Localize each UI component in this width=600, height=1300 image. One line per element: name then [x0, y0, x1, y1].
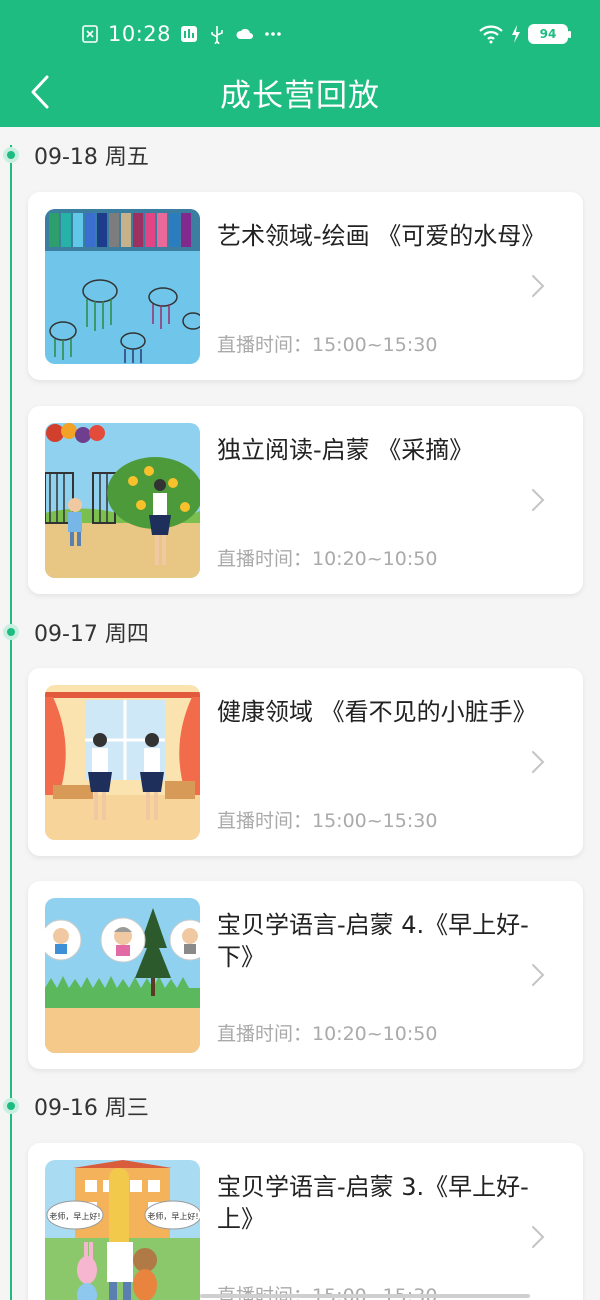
- date-header: 09-17 周四: [0, 608, 600, 648]
- page-title: 成长营回放: [220, 78, 380, 114]
- replay-time: 直播时间：15:00~15:30: [217, 334, 438, 356]
- chevron-right-icon: [532, 489, 545, 511]
- picking-fruit-image: [45, 423, 200, 578]
- wifi-icon: [479, 25, 503, 44]
- usb-icon: [211, 26, 223, 44]
- replay-thumbnail: [45, 898, 200, 1053]
- app-notification-icon: [181, 26, 198, 42]
- date-label: 09-16 周三: [34, 1096, 149, 1121]
- replay-card[interactable]: 宝贝学语言-启蒙 4.《早上好-下》 直播时间：10:20~10:50: [28, 881, 583, 1069]
- replay-time: 直播时间：10:20~10:50: [217, 1023, 438, 1045]
- gesture-nav-bar[interactable]: [200, 1294, 530, 1298]
- replay-thumbnail: 老师，早上好! 老师，早上好!: [45, 1160, 200, 1300]
- speech-bubble-left: 老师，早上好!: [49, 1211, 100, 1221]
- chevron-right-icon: [532, 964, 545, 986]
- more-notifications-icon: [265, 32, 281, 36]
- app-header: 10:28 94 成长营回放: [0, 0, 600, 127]
- replay-card[interactable]: 老师，早上好! 老师，早上好! 宝贝学语言-启蒙 3.《早上好-上》 直播时间：…: [28, 1143, 583, 1300]
- replay-timeline[interactable]: 09-18 周五 艺术领域-绘画 《可爱的水母》 直播时间：15:00~15:3…: [0, 127, 600, 1300]
- replay-title: 艺术领域-绘画 《可爱的水母》: [217, 222, 546, 250]
- sim-off-icon: [82, 25, 98, 43]
- cloud-icon: [236, 28, 254, 39]
- timeline-dot: [3, 624, 19, 640]
- replay-card[interactable]: 艺术领域-绘画 《可爱的水母》 直播时间：15:00~15:30: [28, 192, 583, 380]
- replay-time: 直播时间：15:00~15:30: [217, 810, 438, 832]
- chevron-right-icon: [532, 751, 545, 773]
- status-time: 10:28: [108, 22, 172, 46]
- charging-icon: [512, 25, 520, 43]
- speech-bubble-right: 老师，早上好!: [147, 1211, 198, 1221]
- battery-indicator: 94: [528, 24, 571, 44]
- timeline-line: [10, 145, 12, 1300]
- replay-time: 直播时间：10:20~10:50: [217, 548, 438, 570]
- replay-thumbnail: [45, 209, 200, 364]
- date-label: 09-17 周四: [34, 622, 149, 647]
- replay-title: 宝贝学语言-启蒙 4.《早上好-下》: [217, 911, 529, 971]
- replay-card[interactable]: 健康领域 《看不见的小脏手》 直播时间：15:00~15:30: [28, 668, 583, 856]
- classroom-teachers-image: [45, 685, 200, 840]
- school-greeting-image: 老师，早上好! 老师，早上好!: [45, 1160, 200, 1300]
- greeting-characters-image: [45, 898, 200, 1053]
- nav-bar: 成长营回放: [0, 62, 600, 127]
- replay-title: 独立阅读-启蒙 《采摘》: [217, 436, 474, 464]
- chevron-right-icon: [532, 275, 545, 297]
- replay-title: 健康领域 《看不见的小脏手》: [217, 698, 537, 726]
- replay-title: 宝贝学语言-启蒙 3.《早上好-上》: [217, 1173, 529, 1233]
- status-bar-right: 94: [478, 20, 571, 48]
- timeline-dot: [3, 1098, 19, 1114]
- status-bar: 10:28 94: [0, 0, 600, 62]
- replay-card[interactable]: 独立阅读-启蒙 《采摘》 直播时间：10:20~10:50: [28, 406, 583, 594]
- date-label: 09-18 周五: [34, 145, 149, 170]
- timeline-dot: [3, 147, 19, 163]
- date-header: 09-16 周三: [0, 1082, 600, 1122]
- replay-thumbnail: [45, 685, 200, 840]
- status-bar-left: 10:28: [80, 20, 283, 48]
- replay-thumbnail: [45, 423, 200, 578]
- chevron-right-icon: [532, 1226, 545, 1248]
- date-header: 09-18 周五: [0, 131, 600, 171]
- jellyfish-drawing-image: [45, 209, 200, 364]
